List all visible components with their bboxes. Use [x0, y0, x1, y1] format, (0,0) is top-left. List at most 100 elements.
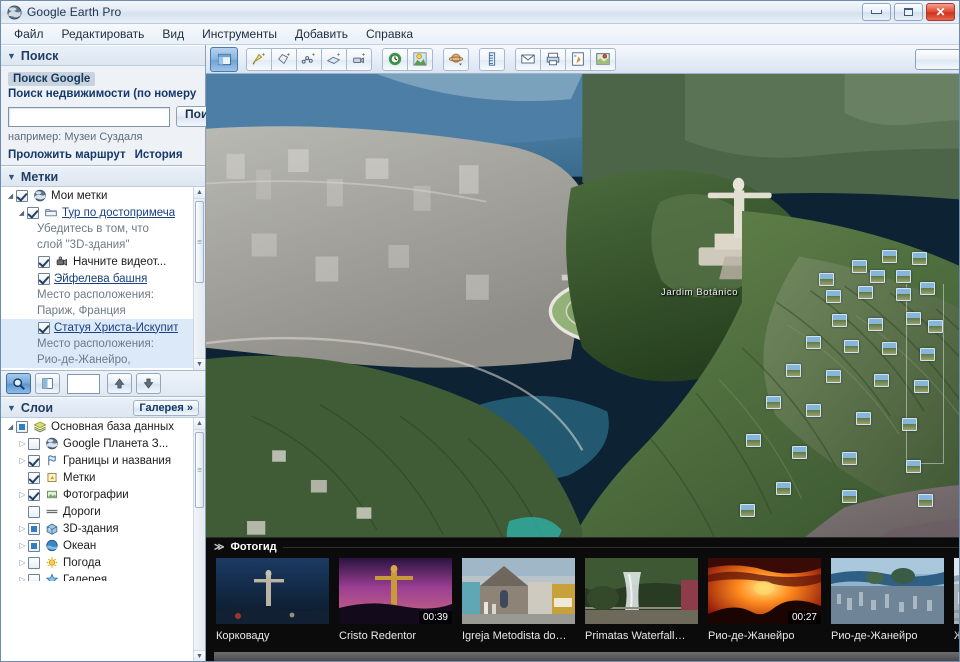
- sunlight-button[interactable]: [407, 47, 433, 71]
- layers-tree-item[interactable]: Дороги: [1, 503, 205, 520]
- planet-switch-button[interactable]: [443, 47, 469, 71]
- tree-twisty-icon[interactable]: [5, 422, 16, 431]
- photo-guide-scrollbar[interactable]: [206, 649, 959, 661]
- close-button[interactable]: ✕: [926, 3, 955, 21]
- layer-visibility-checkbox[interactable]: [28, 522, 40, 535]
- photo-marker[interactable]: [842, 452, 857, 465]
- layer-label[interactable]: 3D-здания: [63, 523, 119, 535]
- save-image-button[interactable]: [565, 47, 591, 71]
- photo-thumbnail[interactable]: [954, 558, 959, 624]
- photo-marker[interactable]: [842, 490, 857, 503]
- photo-marker[interactable]: [806, 336, 821, 349]
- places-tree-item[interactable]: Гранд-Каньон: [1, 368, 205, 370]
- photo-marker[interactable]: [882, 342, 897, 355]
- menu-help[interactable]: Справка: [357, 25, 422, 43]
- tree-twisty-icon[interactable]: [17, 541, 28, 550]
- layer-label[interactable]: Фотографии: [63, 489, 129, 501]
- photo-thumbnail[interactable]: 00:27: [708, 558, 821, 624]
- photo-thumbnail[interactable]: [831, 558, 944, 624]
- layers-tree-item[interactable]: Галерея: [1, 571, 205, 581]
- visibility-checkbox[interactable]: [38, 321, 50, 334]
- layers-tree-item[interactable]: Google Планета З...: [1, 435, 205, 452]
- visibility-checkbox[interactable]: [16, 189, 28, 202]
- visibility-checkbox[interactable]: [38, 272, 50, 285]
- menu-edit[interactable]: Редактировать: [53, 25, 154, 43]
- photo-marker[interactable]: [826, 290, 841, 303]
- layers-tree-item[interactable]: Погода: [1, 554, 205, 571]
- tree-twisty-icon[interactable]: [16, 208, 27, 217]
- layer-visibility-checkbox[interactable]: [28, 488, 40, 501]
- email-button[interactable]: [515, 47, 541, 71]
- link-realty-search[interactable]: Поиск недвижимости (по номеру: [8, 88, 198, 100]
- photo-guide-item[interactable]: Igreja Metodista do…: [462, 558, 575, 642]
- places-filter-field[interactable]: [67, 373, 100, 394]
- photo-marker[interactable]: [868, 318, 883, 331]
- places-item-label[interactable]: Мои метки: [51, 190, 107, 202]
- layer-label[interactable]: Погода: [63, 557, 101, 569]
- photo-marker[interactable]: [792, 446, 807, 459]
- tree-twisty-icon[interactable]: [17, 558, 28, 567]
- layers-tree-item[interactable]: Метки: [1, 469, 205, 486]
- photo-marker[interactable]: [786, 364, 801, 377]
- link-history[interactable]: История: [135, 149, 183, 161]
- add-path-button[interactable]: +: [296, 47, 322, 71]
- tree-twisty-icon[interactable]: [17, 575, 28, 581]
- places-tree-item[interactable]: Начните видеот...: [1, 253, 205, 270]
- photo-marker[interactable]: [844, 340, 859, 353]
- layers-tree-item[interactable]: Фотографии: [1, 486, 205, 503]
- places-tree-item[interactable]: Эйфелева башня: [1, 270, 205, 287]
- add-placemark-button[interactable]: +: [246, 47, 272, 71]
- scroll-down-arrow[interactable]: ▼: [194, 650, 205, 661]
- layer-label[interactable]: Основная база данных: [51, 421, 174, 433]
- photo-marker[interactable]: [832, 314, 847, 327]
- layers-scrollbar[interactable]: ▲ ▼: [193, 418, 205, 661]
- places-item-label[interactable]: Тур по достопримеча: [62, 207, 175, 219]
- layer-visibility-checkbox[interactable]: [16, 420, 28, 433]
- photo-marker[interactable]: [928, 320, 943, 333]
- layer-visibility-checkbox[interactable]: [28, 471, 40, 484]
- places-item-label[interactable]: Статуя Христа-Искупит: [54, 322, 178, 334]
- photo-marker[interactable]: [806, 404, 821, 417]
- historical-imagery-button[interactable]: [382, 47, 408, 71]
- layers-tree-item[interactable]: Границы и названия: [1, 452, 205, 469]
- add-polygon-button[interactable]: +: [271, 47, 297, 71]
- places-tree-item[interactable]: Статуя Христа-Искупит: [1, 319, 205, 336]
- places-tree-item[interactable]: Мои метки: [1, 187, 205, 204]
- photo-thumbnail[interactable]: 00:39: [339, 558, 452, 624]
- layer-label[interactable]: Google Планета З...: [63, 438, 168, 450]
- layer-visibility-checkbox[interactable]: [28, 437, 40, 450]
- photo-marker[interactable]: [906, 312, 921, 325]
- photo-marker[interactable]: [746, 434, 761, 447]
- menu-tools[interactable]: Инструменты: [193, 25, 286, 43]
- menu-file[interactable]: Файл: [5, 25, 53, 43]
- layer-label[interactable]: Метки: [63, 472, 95, 484]
- layers-tree-item[interactable]: Основная база данных: [1, 418, 205, 435]
- search-places-button[interactable]: [6, 373, 31, 394]
- layer-label[interactable]: Дороги: [63, 506, 101, 518]
- photo-thumbnail[interactable]: [216, 558, 329, 624]
- search-input[interactable]: [8, 106, 170, 127]
- scroll-up-arrow[interactable]: ▲: [194, 187, 205, 199]
- tree-twisty-icon[interactable]: [17, 524, 28, 533]
- photo-marker[interactable]: [826, 370, 841, 383]
- visibility-checkbox[interactable]: [38, 255, 50, 268]
- layer-visibility-checkbox[interactable]: [28, 539, 40, 552]
- toggle-sidebar-button[interactable]: [210, 46, 238, 72]
- search-panel-header[interactable]: ▼ Поиск: [1, 45, 205, 66]
- maximize-button[interactable]: [894, 3, 923, 21]
- menu-view[interactable]: Вид: [153, 25, 193, 43]
- photo-marker[interactable]: [870, 270, 885, 283]
- scroll-down-arrow[interactable]: ▼: [194, 358, 205, 370]
- places-scrollbar[interactable]: ▲ ▼: [193, 187, 205, 370]
- photo-marker[interactable]: [819, 273, 834, 286]
- record-tour-button[interactable]: +: [346, 47, 372, 71]
- photo-guide-item[interactable]: Жуис-ди-: [954, 558, 959, 642]
- map-viewport[interactable]: Jardim Botânico: [206, 74, 959, 537]
- photo-guide-header[interactable]: ≫ Фотогид: [206, 538, 959, 556]
- layer-visibility-checkbox[interactable]: [28, 573, 40, 581]
- photo-marker[interactable]: [896, 288, 911, 301]
- photo-guide-item[interactable]: Корковаду: [216, 558, 329, 642]
- photo-marker[interactable]: [776, 482, 791, 495]
- photo-marker[interactable]: [856, 412, 871, 425]
- places-panel-header[interactable]: ▼ Метки: [1, 166, 205, 187]
